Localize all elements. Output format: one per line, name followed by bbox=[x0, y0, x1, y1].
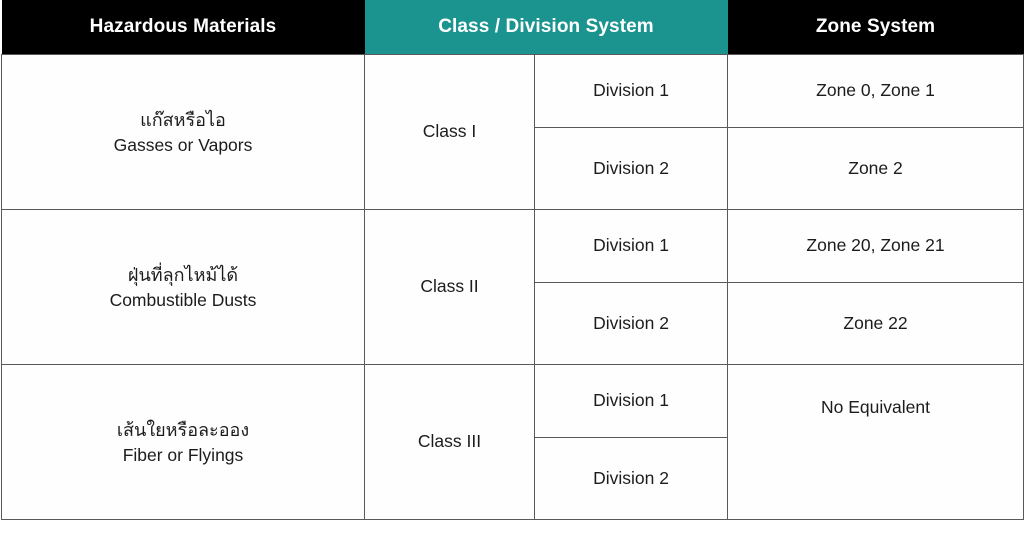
hazardous-materials-table-container: Hazardous Materials Class / Division Sys… bbox=[0, 0, 1024, 548]
table-body: แก๊สหรือไอ Gasses or Vapors Class I Divi… bbox=[1, 54, 1024, 520]
table-header: Hazardous Materials Class / Division Sys… bbox=[1, 0, 1024, 55]
header-hazardous-materials: Hazardous Materials bbox=[1, 0, 365, 55]
cell-zone-3-merged: No Equivalent bbox=[727, 364, 1024, 520]
header-zone-system: Zone System bbox=[727, 0, 1024, 55]
header-row: Hazardous Materials Class / Division Sys… bbox=[1, 0, 1024, 55]
cell-zone-1-2: Zone 2 bbox=[727, 127, 1024, 210]
cell-division-2-1: Division 1 bbox=[534, 209, 728, 283]
cell-zone-2-2: Zone 22 bbox=[727, 282, 1024, 365]
material-thai-label: ฝุ่นที่ลุกไหม้ได้ bbox=[127, 264, 239, 285]
table-row: เส้นใยหรือละออง Fiber or Flyings Class I… bbox=[1, 364, 1024, 520]
cell-zone-1-1: Zone 0, Zone 1 bbox=[727, 54, 1024, 128]
cell-division-2-2: Division 2 bbox=[534, 282, 728, 365]
cell-material-gasses: แก๊สหรือไอ Gasses or Vapors bbox=[1, 54, 365, 210]
table-row: ฝุ่นที่ลุกไหม้ได้ Combustible Dusts Clas… bbox=[1, 209, 1024, 365]
material-english-label: Gasses or Vapors bbox=[113, 134, 253, 155]
cell-material-dusts: ฝุ่นที่ลุกไหม้ได้ Combustible Dusts bbox=[1, 209, 365, 365]
cell-class-2: Class II bbox=[364, 209, 535, 365]
hazardous-materials-table: Hazardous Materials Class / Division Sys… bbox=[1, 0, 1024, 520]
cell-class-3: Class III bbox=[364, 364, 535, 520]
cell-division-3-2: Division 2 bbox=[534, 437, 728, 520]
material-thai-label: เส้นใยหรือละออง bbox=[116, 419, 250, 440]
material-english-label: Fiber or Flyings bbox=[122, 444, 244, 465]
cell-division-1-2: Division 2 bbox=[534, 127, 728, 210]
cell-material-fiber: เส้นใยหรือละออง Fiber or Flyings bbox=[1, 364, 365, 520]
cell-zone-2-1: Zone 20, Zone 21 bbox=[727, 209, 1024, 283]
table-row: แก๊สหรือไอ Gasses or Vapors Class I Divi… bbox=[1, 54, 1024, 210]
material-thai-label: แก๊สหรือไอ bbox=[140, 109, 226, 130]
cell-class-1: Class I bbox=[364, 54, 535, 210]
material-english-label: Combustible Dusts bbox=[109, 289, 257, 310]
cell-division-3-1: Division 1 bbox=[534, 364, 728, 438]
header-class-division-system: Class / Division System bbox=[364, 0, 728, 55]
cell-division-1-1: Division 1 bbox=[534, 54, 728, 128]
